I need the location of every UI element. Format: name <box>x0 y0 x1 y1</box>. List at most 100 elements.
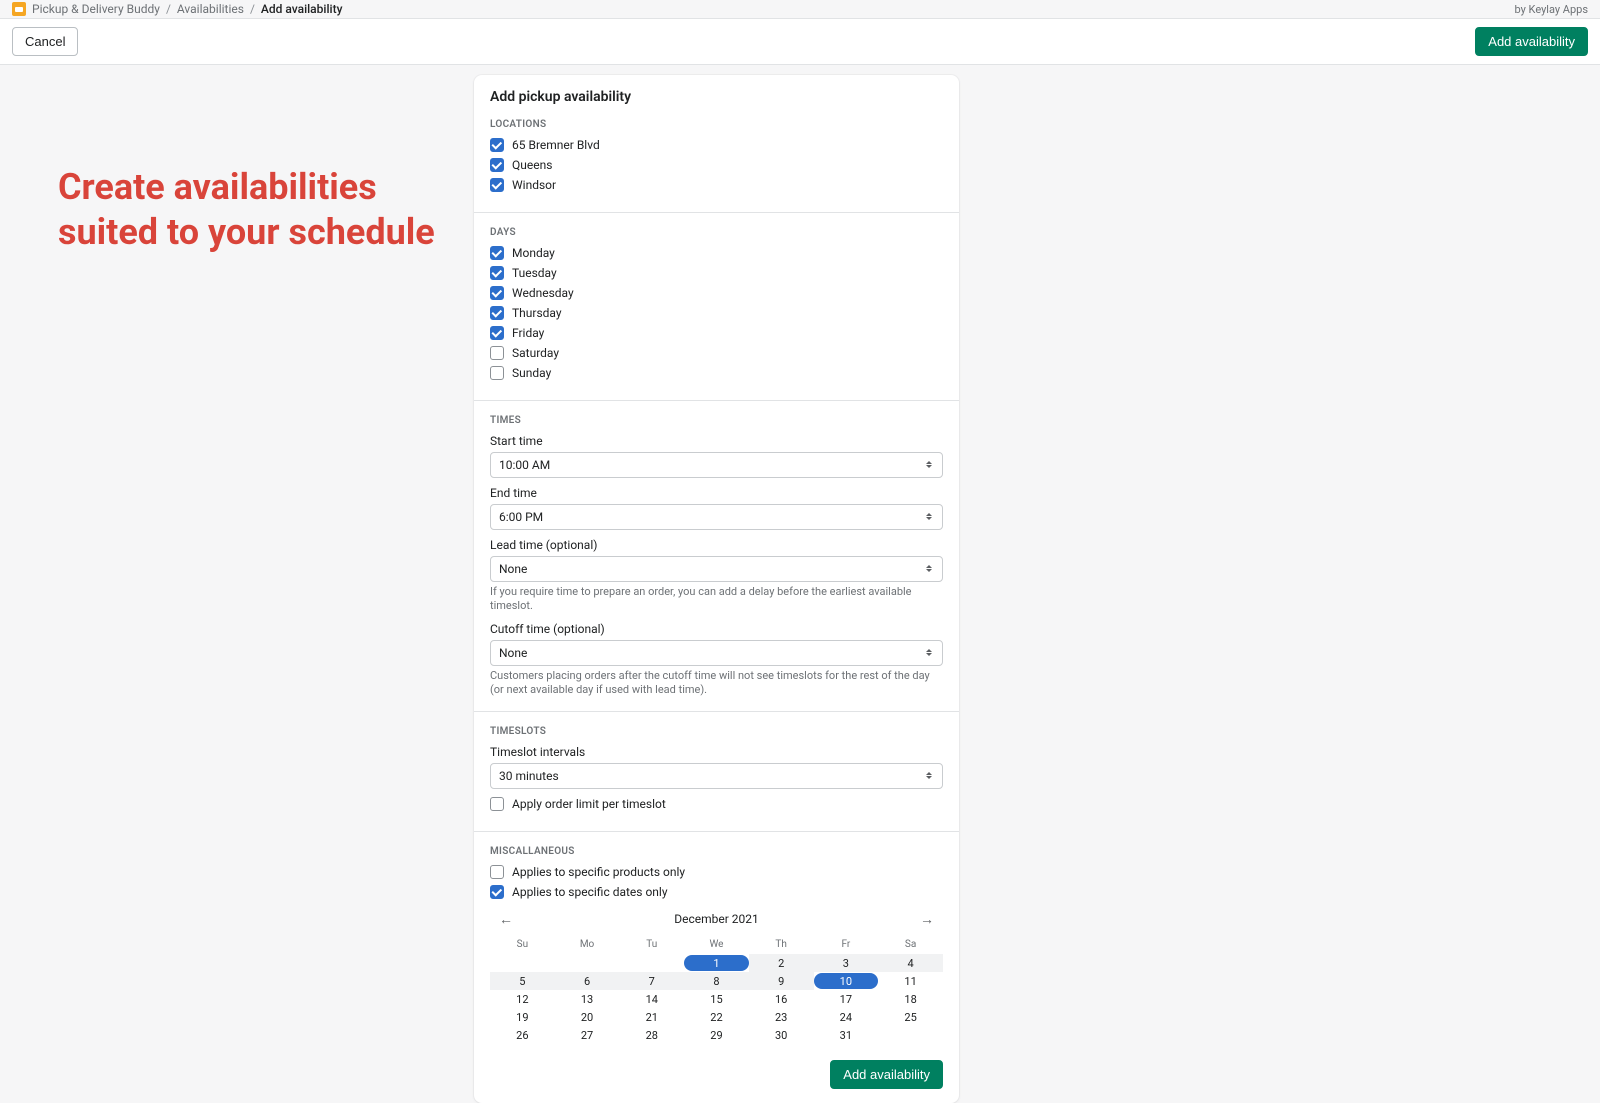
day-row[interactable]: Friday <box>490 326 943 340</box>
calendar-day[interactable]: 1 <box>684 954 749 972</box>
calendar-day[interactable]: 13 <box>555 990 620 1008</box>
day-row[interactable]: Saturday <box>490 346 943 360</box>
location-row[interactable]: Windsor <box>490 178 943 192</box>
calendar-dow: Th <box>749 935 814 954</box>
calendar-day[interactable]: 5 <box>490 972 555 990</box>
day-checkbox[interactable] <box>490 266 504 280</box>
calendar-day[interactable]: 22 <box>684 1008 749 1026</box>
calendar-day[interactable]: 17 <box>814 990 879 1008</box>
timeslots-section: TIMESLOTS Timeslot intervals 30 minutes … <box>474 711 959 831</box>
calendar-day <box>619 954 684 972</box>
select-caret-icon <box>926 649 934 657</box>
specific-products-label: Applies to specific products only <box>512 865 685 879</box>
calendar-day[interactable]: 31 <box>814 1026 879 1044</box>
lead-time-value: None <box>499 562 527 576</box>
calendar-day[interactable]: 21 <box>619 1008 684 1026</box>
day-label: Tuesday <box>512 266 557 280</box>
day-row[interactable]: Wednesday <box>490 286 943 300</box>
location-checkbox[interactable] <box>490 178 504 192</box>
select-caret-icon <box>926 513 934 521</box>
calendar-day[interactable]: 6 <box>555 972 620 990</box>
availability-card: Add pickup availability LOCATIONS 65 Bre… <box>474 75 959 1103</box>
day-label: Friday <box>512 326 544 340</box>
calendar-day[interactable]: 19 <box>490 1008 555 1026</box>
calendar-day[interactable]: 26 <box>490 1026 555 1044</box>
cutoff-time-value: None <box>499 646 527 660</box>
end-time-select[interactable]: 6:00 PM <box>490 504 943 530</box>
days-section: DAYS MondayTuesdayWednesdayThursdayFrida… <box>474 212 959 400</box>
calendar-day[interactable]: 28 <box>619 1026 684 1044</box>
day-row[interactable]: Sunday <box>490 366 943 380</box>
calendar-day[interactable]: 29 <box>684 1026 749 1044</box>
calendar-day[interactable]: 25 <box>878 1008 943 1026</box>
day-checkbox[interactable] <box>490 246 504 260</box>
breadcrumb-availabilities[interactable]: Availabilities <box>177 2 244 16</box>
calendar-day[interactable]: 2 <box>749 954 814 972</box>
app-icon <box>12 2 26 16</box>
calendar-day[interactable]: 16 <box>749 990 814 1008</box>
day-label: Monday <box>512 246 555 260</box>
calendar-grid: SuMoTuWeThFrSa 1234567891011121314151617… <box>490 935 943 1044</box>
specific-dates-checkbox[interactable] <box>490 885 504 899</box>
order-limit-checkbox-row[interactable]: Apply order limit per timeslot <box>490 797 943 811</box>
calendar-day[interactable]: 8 <box>684 972 749 990</box>
day-label: Sunday <box>512 366 551 380</box>
specific-dates-row[interactable]: Applies to specific dates only <box>490 885 943 899</box>
cutoff-time-label: Cutoff time (optional) <box>490 622 943 636</box>
start-time-label: Start time <box>490 434 943 448</box>
select-caret-icon <box>926 565 934 573</box>
end-time-value: 6:00 PM <box>499 510 543 524</box>
calendar-day[interactable]: 20 <box>555 1008 620 1026</box>
day-checkbox[interactable] <box>490 286 504 300</box>
marketing-headline: Create availabilities suited to your sch… <box>58 165 454 255</box>
specific-products-checkbox[interactable] <box>490 865 504 879</box>
day-row[interactable]: Monday <box>490 246 943 260</box>
calendar-day[interactable]: 30 <box>749 1026 814 1044</box>
cutoff-time-help: Customers placing orders after the cutof… <box>490 669 943 698</box>
calendar-next-icon[interactable]: → <box>917 909 937 929</box>
cancel-button[interactable]: Cancel <box>12 27 78 56</box>
calendar-day[interactable]: 3 <box>814 954 879 972</box>
start-time-select[interactable]: 10:00 AM <box>490 452 943 478</box>
location-row[interactable]: 65 Bremner Blvd <box>490 138 943 152</box>
day-checkbox[interactable] <box>490 346 504 360</box>
calendar-day[interactable]: 9 <box>749 972 814 990</box>
calendar-day[interactable]: 18 <box>878 990 943 1008</box>
calendar-prev-icon[interactable]: ← <box>496 909 516 929</box>
interval-value: 30 minutes <box>499 769 559 783</box>
breadcrumb-app[interactable]: Pickup & Delivery Buddy <box>32 2 160 16</box>
calendar-day[interactable]: 27 <box>555 1026 620 1044</box>
day-row[interactable]: Thursday <box>490 306 943 320</box>
order-limit-label: Apply order limit per timeslot <box>512 797 666 811</box>
day-row[interactable]: Tuesday <box>490 266 943 280</box>
location-label: Queens <box>512 158 552 172</box>
calendar-dow: We <box>684 935 749 954</box>
interval-select[interactable]: 30 minutes <box>490 763 943 789</box>
day-label: Wednesday <box>512 286 574 300</box>
day-checkbox[interactable] <box>490 366 504 380</box>
date-calendar: ← December 2021 → SuMoTuWeThFrSa 1234567… <box>490 907 943 1044</box>
calendar-day[interactable]: 15 <box>684 990 749 1008</box>
calendar-day[interactable]: 10 <box>814 972 879 990</box>
calendar-day[interactable]: 12 <box>490 990 555 1008</box>
calendar-day[interactable]: 23 <box>749 1008 814 1026</box>
calendar-title: December 2021 <box>674 912 759 926</box>
day-checkbox[interactable] <box>490 326 504 340</box>
calendar-day[interactable]: 24 <box>814 1008 879 1026</box>
add-availability-button-top[interactable]: Add availability <box>1475 27 1588 56</box>
order-limit-checkbox[interactable] <box>490 797 504 811</box>
add-availability-button-bottom[interactable]: Add availability <box>830 1060 943 1089</box>
interval-label: Timeslot intervals <box>490 745 943 759</box>
specific-products-row[interactable]: Applies to specific products only <box>490 865 943 879</box>
cutoff-time-select[interactable]: None <box>490 640 943 666</box>
location-checkbox[interactable] <box>490 158 504 172</box>
calendar-day <box>490 954 555 972</box>
calendar-day[interactable]: 4 <box>878 954 943 972</box>
day-checkbox[interactable] <box>490 306 504 320</box>
calendar-day[interactable]: 11 <box>878 972 943 990</box>
calendar-day[interactable]: 14 <box>619 990 684 1008</box>
lead-time-select[interactable]: None <box>490 556 943 582</box>
location-row[interactable]: Queens <box>490 158 943 172</box>
location-checkbox[interactable] <box>490 138 504 152</box>
calendar-day[interactable]: 7 <box>619 972 684 990</box>
